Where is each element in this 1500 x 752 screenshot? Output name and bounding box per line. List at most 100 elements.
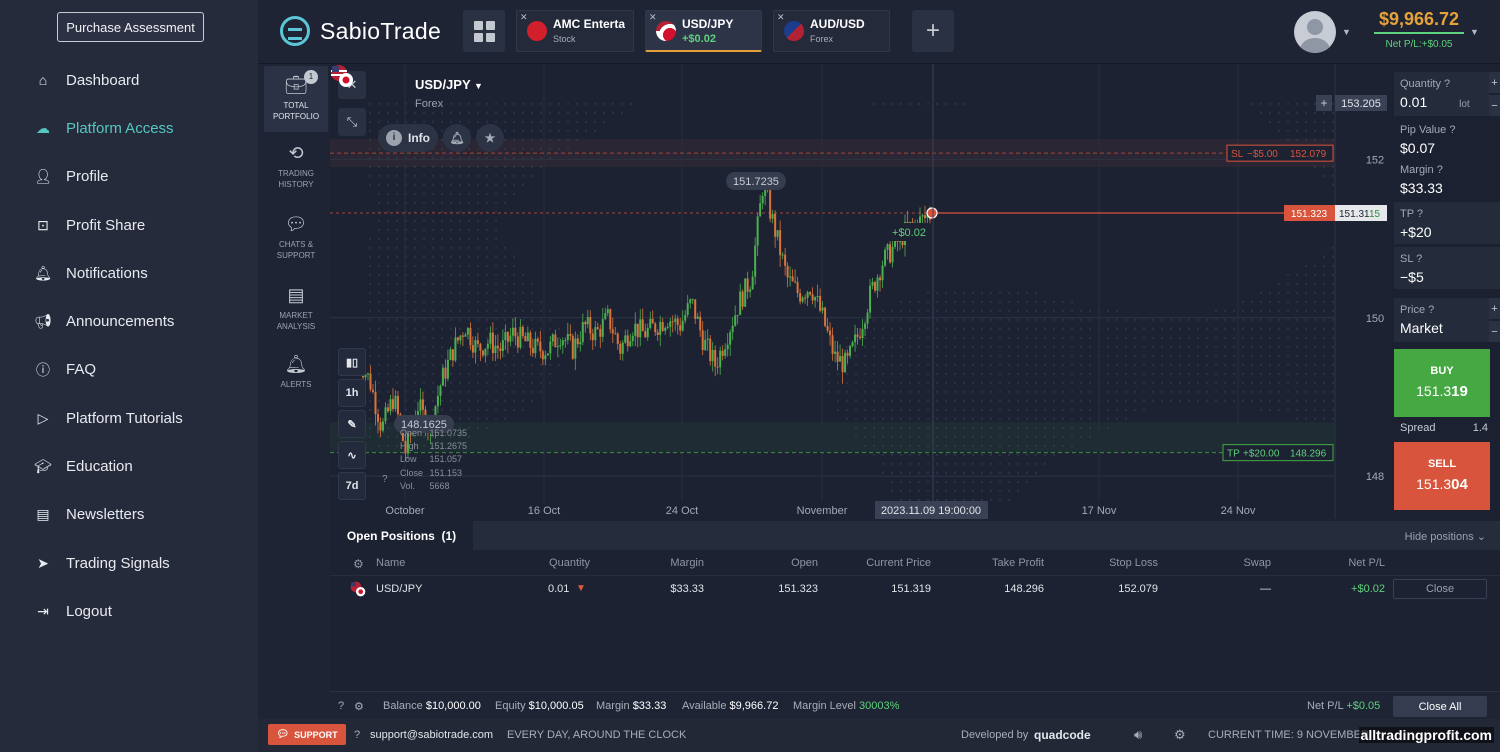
map-dot: [1286, 129, 1290, 133]
map-dot: [944, 300, 948, 304]
sidebar-item-trading-signals[interactable]: ➤ Trading Signals: [0, 539, 258, 587]
sidebar-item-profit-share[interactable]: ⊡ Profit Share: [0, 201, 258, 249]
help-icon[interactable]: ?: [1428, 304, 1434, 316]
map-dot: [413, 318, 417, 322]
purchase-assessment-button[interactable]: Purchase Assessment: [57, 12, 204, 42]
sidebar-item-platform-access[interactable]: ☁ Platform Access: [0, 104, 258, 152]
map-dot: [1322, 372, 1326, 376]
sidebar-item-notifications[interactable]: 🔔︎ Notifications: [0, 249, 258, 297]
stop-loss-field[interactable]: SL ? −$5: [1394, 247, 1489, 289]
quantity-decrease-button[interactable]: −: [1489, 95, 1500, 116]
sidebar-item-announcements[interactable]: 📢︎ Announcements: [0, 297, 258, 345]
quantity-field[interactable]: Quantity ? 0.01 lot: [1394, 72, 1489, 116]
chevron-down-icon[interactable]: ▼: [1470, 27, 1479, 37]
y-tick-label: 152: [1366, 154, 1384, 166]
tab-usdjpy[interactable]: ✕ USD/JPY +$0.02: [645, 10, 762, 52]
support-button[interactable]: 💬︎ SUPPORT: [268, 724, 346, 745]
help-icon[interactable]: ?: [382, 474, 388, 485]
price-type-select[interactable]: Price ? Market: [1394, 298, 1489, 342]
candle-body: [449, 349, 452, 360]
map-dot: [377, 372, 381, 376]
account-balance[interactable]: $9,966.72 Net P/L:+$0.05: [1374, 9, 1464, 50]
candle-body: [674, 318, 677, 322]
quantity-increase-button[interactable]: +: [1489, 72, 1500, 93]
sidebar-item-education[interactable]: 🎓︎ Education: [0, 442, 258, 490]
sound-icon[interactable]: 🔊︎: [1134, 727, 1142, 743]
market-analysis-button[interactable]: ▤ MARKET ANALYSIS: [264, 284, 328, 332]
favorite-button[interactable]: ★: [476, 124, 504, 152]
tab-open-positions[interactable]: Open Positions (1): [330, 521, 473, 550]
help-icon[interactable]: ?: [1437, 164, 1443, 176]
sidebar-item-faq[interactable]: ⓘ FAQ: [0, 346, 258, 394]
close-tab-icon[interactable]: ✕: [649, 12, 657, 23]
sell-button[interactable]: SELL 151.304: [1394, 442, 1490, 510]
chats-support-button[interactable]: 💬︎ CHATS & SUPPORT: [264, 213, 328, 261]
chevron-down-icon[interactable]: ▼: [1342, 27, 1351, 37]
asset-name[interactable]: USD/JPY ▼: [415, 77, 483, 92]
timeframe-7d-button[interactable]: 7d: [338, 472, 366, 500]
take-profit-field[interactable]: TP ? +$20: [1394, 202, 1489, 244]
map-dot: [854, 390, 858, 394]
map-dot: [1088, 363, 1092, 367]
map-dot: [1259, 300, 1263, 304]
trading-history-button[interactable]: ⟲ TRADING HISTORY: [264, 142, 328, 190]
position-stop-loss[interactable]: 152.079: [1118, 583, 1158, 595]
avatar[interactable]: [1294, 11, 1336, 53]
candle-body: [784, 254, 787, 266]
timeframe-1h-button[interactable]: 1h: [338, 379, 366, 407]
gear-icon[interactable]: ⚙: [354, 700, 364, 713]
position-take-profit[interactable]: 148.296: [1004, 583, 1044, 595]
indicators-button[interactable]: ∿: [338, 441, 366, 469]
take-profit-value[interactable]: +$20: [1400, 224, 1489, 240]
collapse-icon[interactable]: ⤡: [338, 108, 366, 136]
stop-loss-value[interactable]: −$5: [1400, 269, 1489, 285]
sidebar-item-logout[interactable]: ⇥ Logout: [0, 587, 258, 635]
map-dot: [1133, 363, 1137, 367]
hide-positions-button[interactable]: Hide positions ⌄: [1405, 530, 1486, 543]
sidebar-item-newsletters[interactable]: ▤ Newsletters: [0, 491, 258, 539]
alerts-button[interactable]: 🔔︎ ALERTS: [264, 353, 328, 390]
help-icon[interactable]: ?: [1444, 78, 1450, 90]
buy-button[interactable]: BUY 151.319: [1394, 349, 1490, 417]
sidebar-item-platform-tutorials[interactable]: ▷ Platform Tutorials: [0, 394, 258, 442]
chart-type-button[interactable]: ▮▯: [338, 348, 366, 376]
drawing-tool-button[interactable]: ✎: [338, 410, 366, 438]
close-tab-icon[interactable]: ✕: [777, 12, 785, 23]
map-dot: [485, 102, 489, 106]
close-tab-icon[interactable]: ✕: [520, 12, 528, 23]
map-dot: [971, 489, 975, 493]
gear-icon[interactable]: ⚙: [353, 557, 364, 571]
map-dot: [467, 372, 471, 376]
map-dot: [1115, 345, 1119, 349]
help-icon[interactable]: ?: [1449, 124, 1455, 136]
map-dot: [899, 408, 903, 412]
price-type-value[interactable]: Market: [1400, 320, 1489, 336]
help-icon[interactable]: ?: [338, 700, 344, 712]
price-decrease-button[interactable]: −: [1489, 321, 1500, 342]
support-email[interactable]: support@sabiotrade.com: [370, 729, 493, 741]
close-position-button[interactable]: Close: [1393, 579, 1487, 599]
info-button[interactable]: i Info: [378, 124, 438, 152]
price-chart[interactable]: 152 150 148 October 16 Oct 24 Oct November 17 N…: [330, 64, 1392, 519]
help-icon[interactable]: ?: [1417, 208, 1423, 220]
layout-grid-button[interactable]: [463, 10, 505, 52]
sidebar-item-dashboard[interactable]: ⌂ Dashboard: [0, 56, 258, 104]
price-increase-button[interactable]: +: [1489, 298, 1500, 319]
add-tab-button[interactable]: +: [912, 10, 954, 52]
help-icon[interactable]: ?: [1416, 253, 1422, 265]
sidebar-item-profile[interactable]: 👤︎ Profile: [0, 153, 258, 201]
close-all-button[interactable]: Close All: [1393, 696, 1487, 717]
tab-amc[interactable]: ✕ AMC Enterta... Stock: [516, 10, 634, 52]
map-dot: [1313, 381, 1317, 385]
alert-bell-button[interactable]: 🔔︎: [443, 124, 471, 152]
map-dot: [836, 381, 840, 385]
quantity-value[interactable]: 0.01: [1400, 94, 1427, 110]
total-portfolio-button[interactable]: 💼︎ 1 TOTAL PORTFOLIO: [264, 66, 328, 132]
map-dot: [431, 399, 435, 403]
map-dot: [962, 345, 966, 349]
table-row[interactable]: USD/JPY 0.01 ▼ $33.33 151.323 151.319 14…: [330, 575, 1500, 601]
tab-audusd[interactable]: ✕ AUD/USD Forex: [773, 10, 890, 52]
map-dot: [485, 264, 489, 268]
candle-body: [791, 276, 794, 282]
gear-icon[interactable]: ⚙: [1174, 727, 1186, 743]
